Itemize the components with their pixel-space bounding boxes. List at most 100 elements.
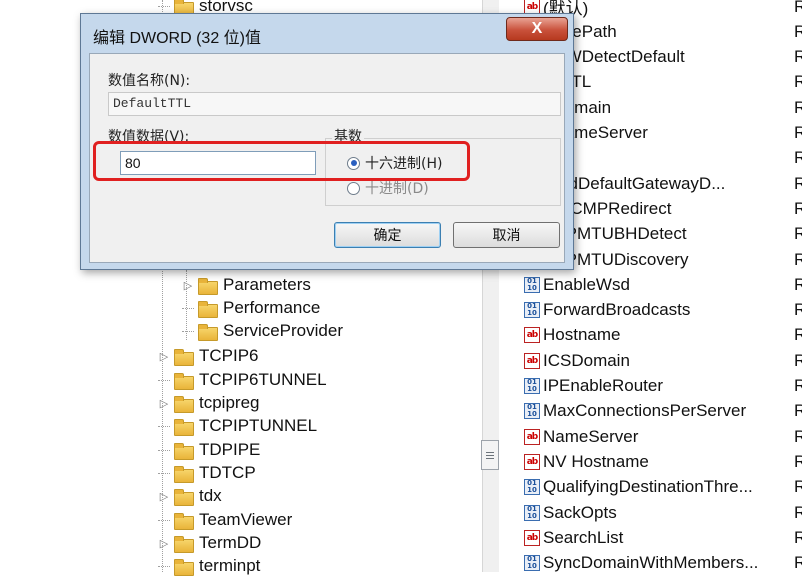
value-name-field[interactable]: DefaultTTL [108, 92, 561, 116]
expand-arrow-icon[interactable]: ▷ [158, 397, 170, 410]
expand-arrow-icon[interactable]: ▷ [158, 490, 170, 503]
tree-connector-icon [158, 472, 170, 474]
value-row[interactable]: 01 10 ForwardBroadcasts R [524, 298, 802, 323]
folder-icon [174, 465, 194, 483]
value-row[interactable]: ab SearchList R [524, 525, 802, 550]
value-row[interactable]: ab Hostname R [524, 323, 802, 348]
folder-icon [174, 535, 194, 553]
tree-connector-icon [158, 565, 170, 567]
value-name: blePMTUDiscovery [543, 249, 689, 269]
value-row[interactable]: 01 10 QualifyingDestinationThre... R [524, 475, 802, 500]
tree-node-label: ServiceProvider [223, 321, 343, 340]
tree-guide-line [186, 270, 188, 340]
tree-connector-icon [158, 449, 170, 451]
value-name: BasePath [543, 21, 617, 41]
value-type: R [794, 198, 802, 218]
folder-icon [174, 418, 194, 436]
hex-radio-label: 十六进制(H) [365, 156, 443, 172]
folder-icon [174, 488, 194, 506]
tree-node[interactable]: ▷ tdx [158, 485, 222, 507]
value-type: R [794, 401, 802, 421]
folder-icon [174, 395, 194, 413]
value-type: R [794, 21, 802, 41]
value-type: R [794, 97, 802, 117]
folder-icon [174, 442, 194, 460]
expand-arrow-icon[interactable]: ▷ [158, 537, 170, 550]
tree-node[interactable]: Performance [182, 297, 320, 319]
tree-connector-icon [182, 330, 194, 332]
close-button[interactable]: X [506, 17, 568, 41]
value-name: ain [543, 148, 802, 168]
scroll-grip-line [486, 452, 494, 453]
tree-node[interactable]: TeamViewer [158, 509, 292, 531]
string-value-icon: ab [524, 428, 540, 445]
value-name: IPEnableRouter [543, 376, 664, 395]
tree-node[interactable]: TDTCP [158, 462, 256, 484]
value-name: Hostname [543, 325, 621, 345]
binary-value-icon: 01 10 [524, 504, 540, 521]
folder-icon [198, 323, 218, 341]
hex-radio[interactable]: 十六进制(H) [347, 153, 442, 173]
value-row[interactable]: ab NameServer R [524, 424, 802, 449]
value-type: R [794, 350, 802, 370]
tree-node-label: tcpipreg [199, 393, 260, 412]
scroll-grip-line [486, 455, 494, 456]
value-type: R [794, 249, 802, 269]
tree-node[interactable]: terminpt [158, 555, 260, 577]
tree-scrollbar-thumb[interactable] [481, 440, 499, 470]
tree-connector-icon [158, 519, 170, 521]
base-label: 基数 [332, 126, 364, 146]
tree-node-label: Parameters [223, 275, 311, 294]
value-type: R [794, 224, 802, 244]
string-value-icon: ab [524, 352, 540, 369]
value-row[interactable]: 01 10 EnableWsd R [524, 272, 802, 297]
ok-button[interactable]: 确定 [334, 222, 441, 248]
value-type: R [794, 123, 802, 142]
tree-node-label: TCPIP6TUNNEL [199, 370, 327, 389]
value-data-input[interactable]: 80 [120, 151, 316, 175]
folder-icon [174, 558, 194, 576]
value-name: bleICMPRedirect [543, 198, 672, 218]
value-name: (默认) [543, 0, 589, 18]
value-row[interactable]: ab NV Hostname R [524, 449, 802, 474]
value-row[interactable]: 01 10 IPEnableRouter R [524, 374, 802, 399]
value-type: R [794, 0, 802, 16]
tree-node-label: TCPIP6 [199, 346, 259, 365]
tree-node[interactable]: TCPIPTUNNEL [158, 415, 317, 437]
folder-icon [174, 512, 194, 530]
value-name: tAddDefaultGatewayD... [543, 173, 726, 193]
tree-node[interactable]: ▷ TermDD [158, 532, 261, 554]
tree-node-label: terminpt [199, 556, 261, 575]
folder-icon [174, 372, 194, 390]
tree-connector-icon [158, 5, 170, 7]
value-row[interactable]: 01 10 MaxConnectionsPerServer R [524, 399, 802, 424]
value-type: R [794, 148, 802, 168]
tree-node[interactable]: ▷ tcpipreg [158, 392, 259, 414]
folder-icon [198, 300, 218, 318]
tree-node[interactable]: ▷ Parameters [182, 274, 311, 296]
expand-arrow-icon[interactable]: ▷ [182, 279, 194, 292]
dec-radio[interactable]: 十进制(D) [347, 178, 429, 198]
value-name: ICSDomain [543, 350, 630, 370]
tree-node[interactable]: TDPIPE [158, 439, 260, 461]
value-name: pNameServer [543, 123, 648, 142]
value-name: SackOpts [543, 502, 617, 522]
expand-arrow-icon[interactable]: ▷ [158, 350, 170, 363]
value-type: R [794, 72, 802, 92]
value-name: blePMTUBHDetect [543, 224, 687, 244]
string-value-icon: ab [524, 529, 540, 546]
binary-value-icon: 01 10 [524, 378, 540, 394]
value-row[interactable]: 01 10 SackOpts R [524, 500, 802, 525]
value-row[interactable]: ab ICSDomain R [524, 348, 802, 373]
string-value-icon: ab [524, 453, 540, 470]
tree-node[interactable]: ▷ TCPIP6 [158, 345, 259, 367]
cancel-button[interactable]: 取消 [453, 222, 560, 248]
tree-node-label: TDPIPE [199, 440, 261, 459]
tree-node[interactable]: ServiceProvider [182, 320, 343, 342]
tree-node[interactable]: TCPIP6TUNNEL [158, 369, 327, 391]
tree-node-label: TermDD [199, 533, 262, 552]
value-name: ultTTL [543, 72, 802, 92]
value-type: R [794, 274, 802, 294]
value-type: R [794, 502, 802, 522]
dialog-titlebar[interactable]: 编辑 DWORD (32 位)值 X [81, 14, 573, 47]
